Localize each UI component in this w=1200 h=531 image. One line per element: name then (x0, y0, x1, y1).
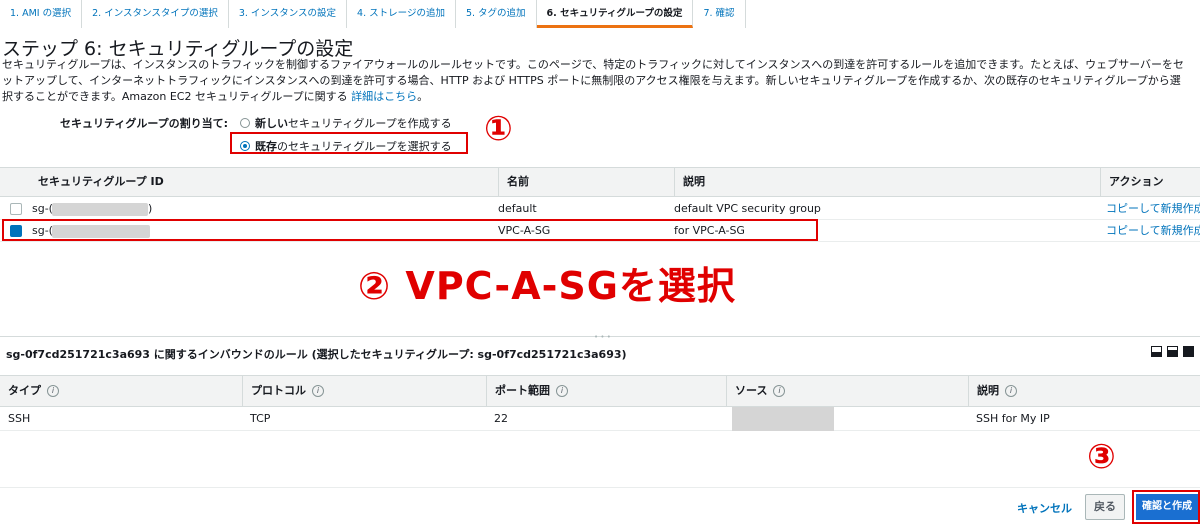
highlight-box-vpc-a-sg (2, 219, 818, 241)
create-new-sg-label: セキュリティグループを作成する (288, 117, 452, 130)
sg-name-cell: default (498, 202, 537, 215)
col-source: ソース i (726, 376, 968, 406)
rule-desc-cell: SSH for My IP (976, 412, 1050, 425)
create-new-sg-option[interactable]: 新しい セキュリティグループを作成する (240, 115, 452, 131)
highlight-box-existing (230, 132, 468, 154)
description-line-1: セキュリティグループは、インスタンスのトラフィックを制御するファイアウォールのル… (2, 58, 1185, 71)
table-row: SSH TCP 22 SSH for My IP (0, 407, 1200, 431)
info-icon[interactable]: i (556, 385, 568, 397)
col-action: アクション (1100, 168, 1200, 196)
rules-table-header: タイプ i プロトコル i ポート範囲 i ソース i 説明 i (0, 375, 1200, 407)
splitter-grip-icon[interactable]: • • • (594, 333, 611, 341)
tab-choose-ami[interactable]: 1. AMI の選択 (0, 0, 83, 28)
sg-id-cell: sg-( (32, 202, 53, 215)
create-new-sg-bold: 新しい (255, 117, 288, 130)
rule-protocol-cell: TCP (250, 412, 271, 425)
col-port-range-label: ポート範囲 (495, 384, 550, 397)
tab-configure-instance[interactable]: 3. インスタンスの設定 (229, 0, 348, 28)
col-rule-description-label: 説明 (977, 384, 999, 397)
rule-type-cell: SSH (8, 412, 31, 425)
panel-small-icon[interactable] (1151, 346, 1162, 357)
copy-create-link[interactable]: コピーして新規作成 (1106, 198, 1200, 220)
assign-security-group-label: セキュリティグループの割り当て: (60, 117, 229, 130)
description-line-3: 択することができます。Amazon EC2 セキュリティグループに関する 詳細は… (2, 89, 1200, 105)
annotation-step-2: ② VPC-A-SGを選択 (358, 264, 736, 308)
tab-add-storage[interactable]: 4. ストレージの追加 (347, 0, 456, 28)
sg-id-tail: ) (148, 202, 153, 215)
tab-configure-security-group[interactable]: 6. セキュリティグループの設定 (536, 0, 694, 28)
redacted-source (732, 407, 834, 431)
panel-size-controls (1151, 346, 1194, 357)
col-rule-description: 説明 i (968, 376, 1200, 406)
col-sg-id[interactable]: セキュリティグループ ID (30, 168, 500, 196)
col-description[interactable]: 説明 (674, 168, 1100, 196)
tab-choose-instance-type[interactable]: 2. インスタンスタイプの選択 (82, 0, 229, 28)
info-icon[interactable]: i (47, 385, 59, 397)
info-icon[interactable]: i (773, 385, 786, 397)
tab-add-tags[interactable]: 5. タグの追加 (456, 0, 537, 28)
col-source-label: ソース (735, 384, 768, 397)
info-icon[interactable]: i (1005, 385, 1017, 397)
annotation-step-3: ③ (1087, 437, 1116, 477)
create-new-sg-radio[interactable] (240, 118, 250, 128)
tab-review[interactable]: 7. 確認 (693, 0, 746, 28)
highlight-box-create (1132, 490, 1200, 524)
info-icon[interactable]: i (312, 385, 324, 397)
panel-large-icon[interactable] (1183, 346, 1194, 357)
col-protocol: プロトコル i (242, 376, 486, 406)
panel-medium-icon[interactable] (1167, 346, 1178, 357)
copy-create-link[interactable]: コピーして新規作成 (1106, 220, 1200, 242)
rule-port-cell: 22 (494, 412, 508, 425)
annotation-step-1: ① (484, 109, 513, 149)
description-line-2: ットアップして、インターネットトラフィックにインスタンスへの到達を許可する場合、… (2, 74, 1181, 87)
footer-divider (0, 487, 1200, 488)
page-description: セキュリティグループは、インスタンスのトラフィックを制御するファイアウォールのル… (2, 57, 1200, 105)
inbound-rules-title: sg-0f7cd251721c3a693 に関するインバウンドのルール (選択し… (6, 348, 627, 361)
learn-more-link[interactable]: 詳細はこちら (351, 90, 417, 103)
table-row[interactable]: sg-( ) default default VPC security grou… (0, 198, 1200, 220)
description-line-3-text: 択することができます。Amazon EC2 セキュリティグループに関する (2, 90, 352, 103)
row-checkbox[interactable] (10, 203, 22, 215)
sg-desc-cell: default VPC security group (674, 202, 821, 215)
description-line-3-end: 。 (417, 90, 429, 103)
col-port-range: ポート範囲 i (486, 376, 726, 406)
col-name[interactable]: 名前 (498, 168, 674, 196)
back-button[interactable]: 戻る (1085, 494, 1125, 520)
col-type-label: タイプ (8, 384, 41, 397)
cancel-link[interactable]: キャンセル (1017, 500, 1072, 516)
redacted-id (52, 203, 148, 216)
col-type: タイプ i (0, 376, 242, 406)
sg-table-header: セキュリティグループ ID 名前 説明 アクション (0, 167, 1200, 197)
wizard-tabs: 1. AMI の選択 2. インスタンスタイプの選択 3. インスタンスの設定 … (0, 0, 746, 28)
col-protocol-label: プロトコル (251, 384, 306, 397)
